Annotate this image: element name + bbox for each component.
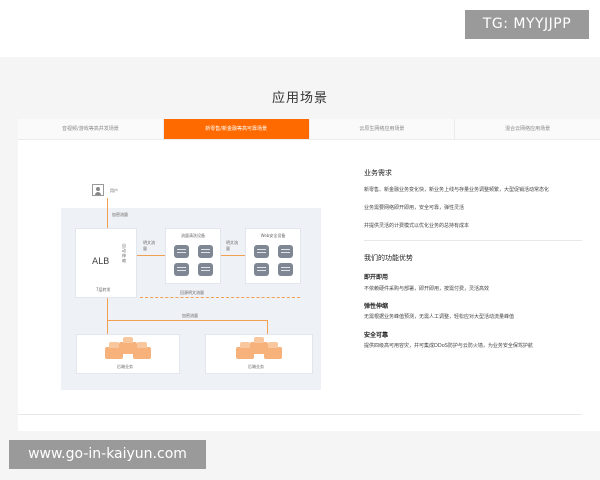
advantage-desc-2: 无需根据业务峰值预测，无需人工调整，轻松应对大型活动流量峰值 (364, 314, 515, 320)
alb-box: ALB 自动伸缩 7层转发 (75, 228, 137, 298)
public-traffic-label: 加密流量 (112, 212, 128, 217)
panel-divider (364, 240, 582, 241)
user-icon (92, 184, 104, 196)
requirement-line-1: 新零售、新金融业务变化快，新业务上线与存量业务调整频繁，大型促销活动常态化 (364, 187, 550, 193)
alb-label: ALB (92, 257, 110, 267)
requirements-heading: 业务需求 (364, 169, 392, 177)
tab-cloud-native[interactable]: 云原生网络应用场景 (310, 119, 456, 139)
requirement-line-2: 业务需要网络即开即用，安全可靠，弹性灵活 (364, 205, 465, 211)
advantage-desc-1: 不依赖硬件采购与部署，即开即用，按需付费，灵活高效 (364, 286, 490, 292)
tab-high-reliability[interactable]: 新零售/新金融等高可靠场景 (163, 119, 310, 139)
server-icon (174, 263, 189, 276)
tab-hybrid-cloud[interactable]: 混合云网络应用场景 (455, 119, 600, 139)
backend-right-label: 后端业务 (248, 364, 264, 369)
backend-cube-icon (133, 342, 151, 359)
waf-pool-box: Web安全设备 (245, 228, 301, 284)
scenario-tabs: 音视频/游戏等高并发场景 新零售/新金融等高可靠场景 云原生网络应用场景 混合云… (18, 119, 600, 140)
plain-between-label: 明文流量 (226, 240, 238, 251)
server-icon (254, 245, 269, 258)
server-icon (198, 263, 213, 276)
encrypt-traffic-line (107, 320, 267, 321)
backend-right-box: 后端业务 (205, 334, 313, 374)
flow-arrow-pool1-pool2 (221, 255, 245, 256)
card-bottom-line (18, 414, 582, 415)
flow-arrow-to-backend-right (267, 320, 268, 334)
advantage-title-2: 弹性伸缩 (364, 303, 389, 310)
watermark-tg: TG: MYYJJPP (465, 10, 589, 39)
server-icon (174, 245, 189, 258)
alb-l7-label: 7层转发 (96, 287, 111, 292)
flow-arrow-alb-pool1 (137, 255, 165, 256)
advantage-title-1: 即开即用 (364, 274, 389, 281)
encrypt-traffic-label: 加密流量 (182, 313, 198, 318)
backend-left-box: 后端业务 (76, 334, 180, 374)
server-icon (254, 263, 269, 276)
cleaning-pool-title: 流量清洗设备 (181, 233, 205, 238)
backend-cube-icon (264, 342, 282, 359)
flow-arrow-alb-down (107, 298, 108, 320)
section-title: 应用场景 (271, 91, 328, 106)
server-icon (198, 245, 213, 258)
tab-high-concurrency[interactable]: 音视频/游戏等高并发场景 (18, 119, 164, 139)
watermark-url: www.go-in-kaiyun.com (9, 440, 206, 469)
server-icon (278, 245, 293, 258)
user-label: 用户 (110, 188, 118, 193)
server-icon (278, 263, 293, 276)
return-traffic-label: 回源明文流量 (180, 290, 204, 295)
advantage-desc-3: 提供四级高可用容灾，并可集成DDoS防护与云防火墙，为业务安全保驾护航 (364, 343, 533, 349)
requirement-line-3: 并提供灵活的计费模式以优化业务的总持有成本 (364, 223, 470, 229)
cleaning-pool-box: 流量清洗设备 (165, 228, 221, 284)
advantage-title-3: 安全可靠 (364, 332, 389, 339)
flow-arrow-to-backend-left (107, 320, 108, 334)
plain-to-pool-label: 明文流量 (143, 240, 155, 251)
flow-arrow-user-alb (107, 198, 108, 228)
alb-autoscale-label: 自动伸缩 (122, 243, 126, 263)
return-traffic-line (140, 297, 300, 298)
advantages-heading: 我们的功能优势 (364, 254, 413, 262)
backend-left-label: 后端业务 (117, 364, 133, 369)
waf-pool-title: Web安全设备 (260, 233, 286, 238)
